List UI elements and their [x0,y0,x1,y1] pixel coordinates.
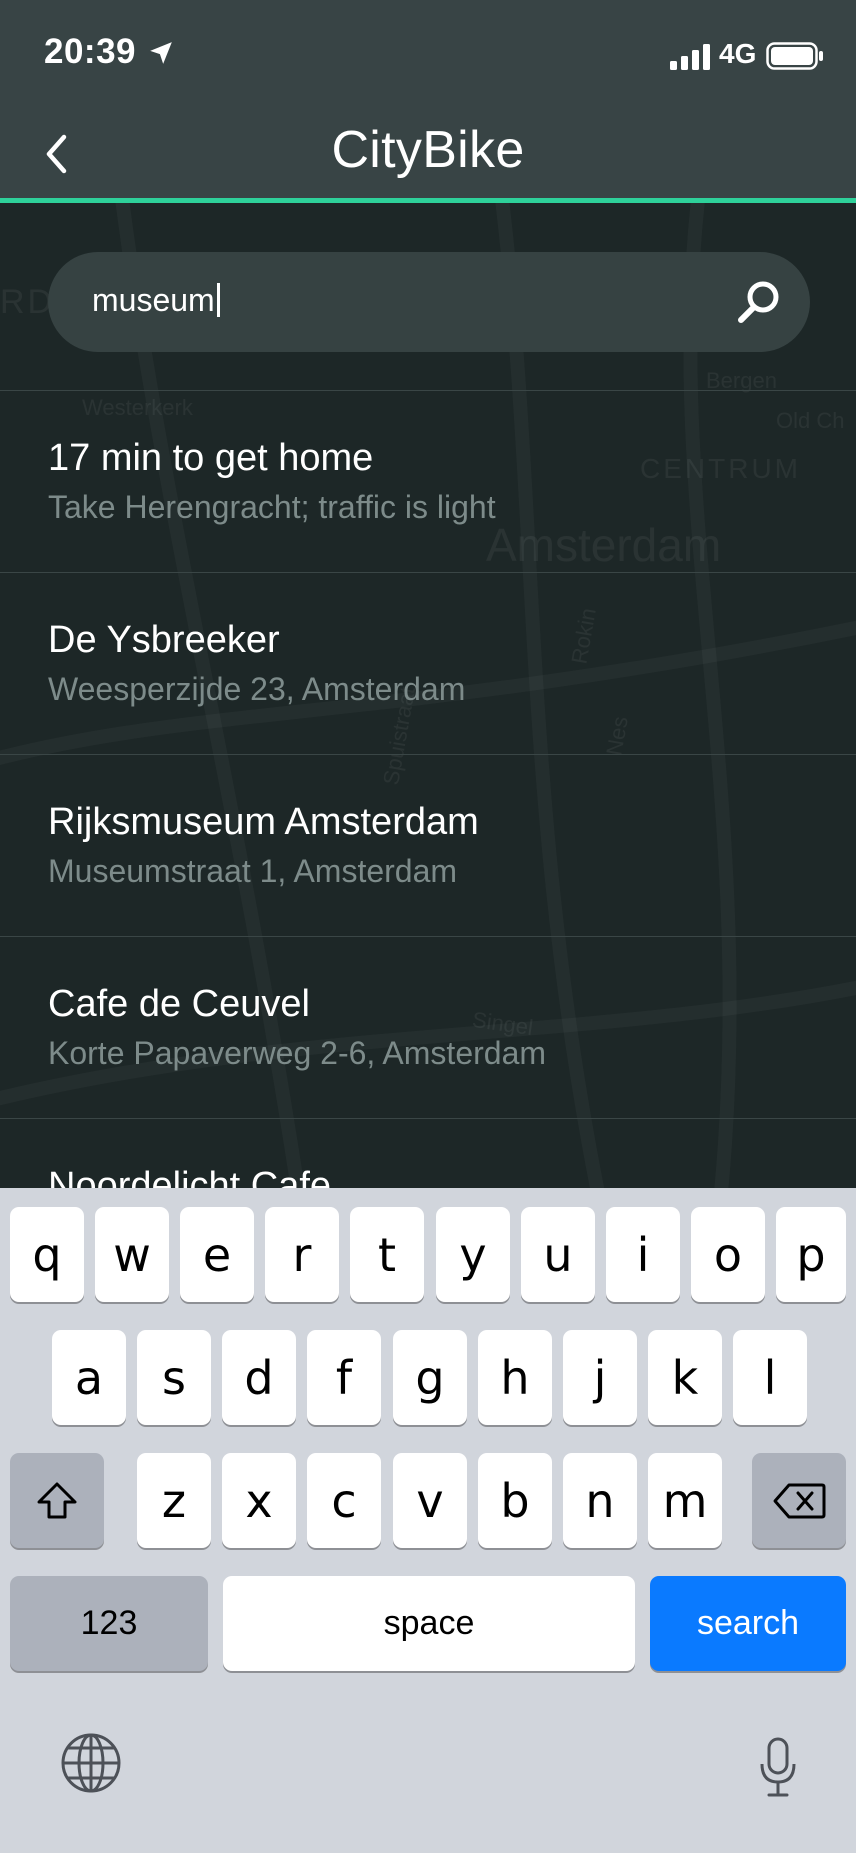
key-u[interactable]: u [521,1207,595,1302]
key-x[interactable]: x [222,1453,296,1548]
shift-key[interactable] [10,1453,104,1548]
search-key[interactable]: search [650,1576,846,1671]
list-item[interactable]: Cafe de Ceuvel Korte Papaverweg 2-6, Ams… [0,936,856,1118]
list-item[interactable]: 17 min to get home Take Herengracht; tra… [0,390,856,572]
key-b[interactable]: b [478,1453,552,1548]
app-screen: 20:39 4G CityBike Westerkerk CENTRUM Ams… [0,0,856,1853]
results-list: 17 min to get home Take Herengracht; tra… [0,390,856,1300]
key-e[interactable]: e [180,1207,254,1302]
status-bar: 20:39 4G [0,0,856,110]
list-item-subtitle: Museumstraat 1, Amsterdam [48,853,458,889]
list-item[interactable]: Rijksmuseum Amsterdam Museumstraat 1, Am… [0,754,856,936]
microphone-icon[interactable] [758,1736,798,1800]
battery-icon [766,42,823,70]
key-d[interactable]: d [222,1330,296,1425]
list-item-subtitle: Weesperzijde 23, Amsterdam [48,671,466,707]
key-z[interactable]: z [137,1453,211,1548]
key-m[interactable]: m [648,1453,722,1548]
key-j[interactable]: j [563,1330,637,1425]
search-field[interactable]: museum [48,252,810,352]
search-input-value: museum [92,282,215,318]
location-arrow-icon [150,42,172,64]
key-i[interactable]: i [606,1207,680,1302]
search-icon[interactable] [734,277,784,327]
list-item-subtitle: Korte Papaverweg 2-6, Amsterdam [48,1035,547,1071]
list-item-subtitle: Take Herengracht; traffic is light [48,489,496,525]
page-title: CityBike [331,121,525,179]
key-g[interactable]: g [393,1330,467,1425]
key-l[interactable]: l [733,1330,807,1425]
list-item-title: 17 min to get home [48,437,374,479]
list-item[interactable]: De Ysbreeker Weesperzijde 23, Amsterdam [0,572,856,754]
key-y[interactable]: y [436,1207,510,1302]
text-caret [216,283,220,317]
backspace-icon [773,1483,826,1518]
status-time: 20:39 [44,32,137,71]
search-input[interactable]: museum [92,282,220,319]
shift-icon [37,1482,77,1518]
key-w[interactable]: w [95,1207,169,1302]
onscreen-keyboard: q w e r t y u i o p a s d f g h j k l z … [0,1188,856,1853]
key-o[interactable]: o [691,1207,765,1302]
key-k[interactable]: k [648,1330,722,1425]
list-item-title: Cafe de Ceuvel [48,983,310,1025]
key-h[interactable]: h [478,1330,552,1425]
key-s[interactable]: s [137,1330,211,1425]
cellular-signal-icon [670,44,710,70]
key-a[interactable]: a [52,1330,126,1425]
network-type: 4G [719,38,757,69]
space-key[interactable]: space [223,1576,635,1671]
key-v[interactable]: v [393,1453,467,1548]
key-r[interactable]: r [265,1207,339,1302]
key-q[interactable]: q [10,1207,84,1302]
nav-bar: CityBike [0,110,856,198]
app-header: 20:39 4G CityBike [0,0,856,201]
globe-icon[interactable] [60,1732,122,1794]
delete-key[interactable] [752,1453,846,1548]
key-p[interactable]: p [776,1207,846,1302]
key-c[interactable]: c [307,1453,381,1548]
key-n[interactable]: n [563,1453,637,1548]
list-item-title: Rijksmuseum Amsterdam [48,801,479,843]
key-f[interactable]: f [307,1330,381,1425]
list-item-title: De Ysbreeker [48,619,280,661]
numbers-key[interactable]: 123 [10,1576,208,1671]
key-t[interactable]: t [350,1207,424,1302]
